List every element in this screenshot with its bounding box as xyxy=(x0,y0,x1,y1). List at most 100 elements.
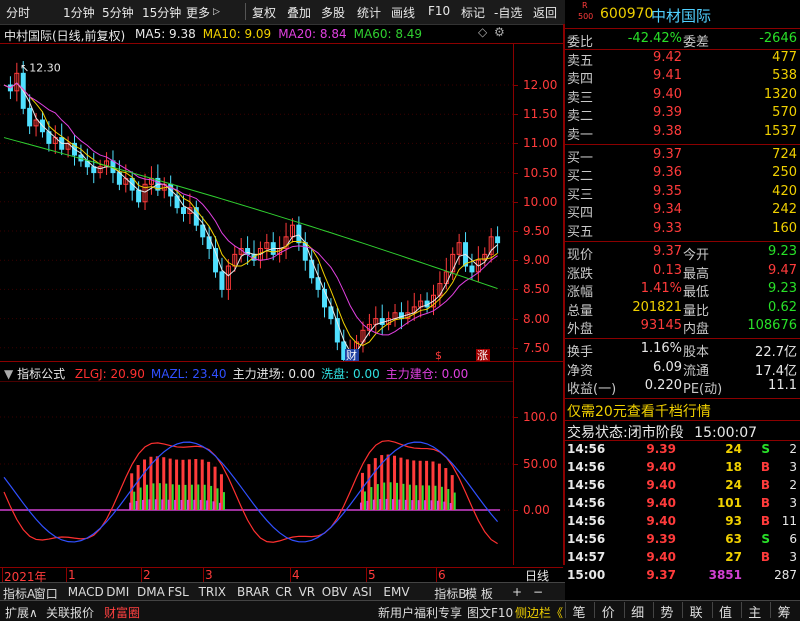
fundamental-label: 净资 xyxy=(567,363,594,379)
stat-label: 涨跌 xyxy=(567,266,594,282)
time-tick-mark xyxy=(436,568,437,582)
tick-volume: 101 xyxy=(716,496,742,510)
limit-up-event-marker[interactable]: 涨 xyxy=(477,349,488,361)
diamond-icon[interactable]: ◇ xyxy=(478,25,487,39)
tick-volume: 63 xyxy=(725,532,742,546)
indicator-tab[interactable]: DMI xyxy=(106,585,129,599)
indicator-tab[interactable]: − xyxy=(533,585,543,599)
bid-row[interactable]: 买三 9.35 420 xyxy=(565,184,800,203)
accumulate-bar xyxy=(398,499,401,510)
ask-row[interactable]: 卖五 9.42 477 xyxy=(565,50,800,69)
overlay-button[interactable]: 叠加 xyxy=(287,4,311,21)
quote-view-button[interactable]: 联 xyxy=(682,602,709,621)
period-tab-fenshi[interactable]: 分时 xyxy=(6,4,30,21)
f10-button[interactable]: F10 xyxy=(428,4,450,18)
indicator-tab[interactable]: OBV xyxy=(322,585,348,599)
new-user-promo-link[interactable]: 新用户福利专享 xyxy=(378,604,462,621)
fundamental-row: 收益(一) 0.220 PE(动) 11.1 xyxy=(565,378,800,397)
quote-view-button[interactable]: 势 xyxy=(652,602,680,621)
wash-bar xyxy=(210,485,213,510)
accumulate-bar xyxy=(436,500,439,510)
ask-row[interactable]: 卖四 9.41 538 xyxy=(565,68,800,87)
candle-body xyxy=(219,271,225,290)
indicator-tab[interactable]: CR xyxy=(275,585,292,599)
quote-view-button[interactable]: 筹 xyxy=(770,602,797,621)
f10-graphic-link[interactable]: 图文F10 xyxy=(467,604,513,621)
tick-time: 15:00 xyxy=(567,568,606,582)
time-tick-mark xyxy=(141,568,142,582)
period-tab-1min[interactable]: 1分钟 xyxy=(63,4,95,21)
ask-label: 卖一 xyxy=(567,127,594,143)
indicator-tab[interactable]: VR xyxy=(299,585,316,599)
indicator-tab[interactable]: FSL xyxy=(168,585,189,599)
dividend-event-marker[interactable]: $ xyxy=(435,349,442,361)
stat-label: 外盘 xyxy=(567,322,594,338)
price-axis: 12.00 11.50 11.00 10.50 10.00 9.50 9.00 8.50 8.0… xyxy=(514,44,563,361)
bid-row[interactable]: 买一 9.37 724 xyxy=(565,147,800,166)
tick-count: 3 xyxy=(789,460,797,474)
ma60-line xyxy=(3,137,498,290)
bid-row[interactable]: 买五 9.33 160 xyxy=(565,220,800,240)
related-quotes-tab[interactable]: 关联报价 xyxy=(46,604,94,621)
fundamental-value: 0.220 xyxy=(644,378,682,394)
fuquan-button[interactable]: 复权 xyxy=(252,4,276,21)
bid-volume: 160 xyxy=(772,220,797,236)
indicator-tabs: 指标A 窗口 MACD DMI DMA FSL TRIX BRAR CR VR OBV ASI EMV 指… xyxy=(0,582,565,601)
sidebar-toggle[interactable]: 侧边栏《 xyxy=(515,604,563,621)
tick-list[interactable]: 14:56 9.39 24 S 2 14:56 9.40 18 B 3 14:56 9.40 24 B 2 1… xyxy=(565,442,800,582)
tick-price: 9.39 xyxy=(646,442,676,456)
indicator-tab[interactable]: BRAR xyxy=(237,585,270,599)
quote-view-button[interactable]: 值 xyxy=(711,602,739,621)
candlestick-plot[interactable]: ↖12.30↙7.15财$涨 xyxy=(0,44,513,361)
bid-row[interactable]: 买二 9.36 250 xyxy=(565,165,800,184)
ask-volume: 1537 xyxy=(763,123,797,139)
finance-event-marker[interactable]: 财 xyxy=(346,348,357,361)
stat-row: 涨跌 0.13 最高 9.47 xyxy=(565,263,800,282)
indicator-tab[interactable]: MACD xyxy=(68,585,104,599)
remove-watchlist-button[interactable]: -自选 xyxy=(494,4,522,21)
statistics-button[interactable]: 统计 xyxy=(357,4,381,21)
quote-view-button[interactable]: 笔 xyxy=(565,602,592,621)
accumulate-bar xyxy=(218,502,221,510)
ask-row[interactable]: 卖一 9.38 1537 xyxy=(565,123,800,143)
multi-stock-button[interactable]: 多股 xyxy=(321,4,345,21)
bid-price: 9.34 xyxy=(653,202,682,218)
settings-gear-icon[interactable]: ⚙ xyxy=(494,25,505,39)
back-button[interactable]: 返回 xyxy=(533,4,557,21)
kline-chart-panel[interactable]: 中村国际(日线,前复权) MA5: 9.38 MA10: 9.09 MA20: 8.… xyxy=(0,24,565,584)
indicator-tick-mark xyxy=(514,464,518,465)
wealth-circle-tab[interactable]: 财富圈 xyxy=(104,604,140,621)
quote-view-button[interactable]: 细 xyxy=(623,602,651,621)
indicator-tab[interactable]: EMV xyxy=(383,585,409,599)
quote-view-button[interactable]: 主 xyxy=(740,602,768,621)
mark-button[interactable]: 标记 xyxy=(461,4,485,21)
trade-status: 交易状态:闭市阶段 15:00:07 xyxy=(567,422,757,442)
indicator-tab[interactable]: TRIX xyxy=(199,585,226,599)
period-tab-more[interactable]: 更多 xyxy=(186,4,210,21)
indicator-tab[interactable]: ASI xyxy=(353,585,372,599)
ask-row[interactable]: 卖三 9.40 1320 xyxy=(565,87,800,106)
wash-bar xyxy=(434,485,437,510)
period-tab-5min[interactable]: 5分钟 xyxy=(102,4,134,21)
expand-tab[interactable]: 扩展∧ xyxy=(5,604,38,621)
indicator-title[interactable]: 指标公式 xyxy=(17,367,65,381)
accumulate-bar xyxy=(142,499,145,510)
indicator-tab[interactable]: + xyxy=(512,585,522,599)
wash-bar xyxy=(383,482,386,510)
collapse-triangle-icon[interactable]: ▼ xyxy=(4,367,13,381)
wash-bar xyxy=(133,491,136,510)
bid-row[interactable]: 买四 9.34 242 xyxy=(565,202,800,221)
r-badge: R xyxy=(582,1,588,10)
indicator-plot[interactable] xyxy=(0,382,513,567)
ask-row[interactable]: 卖二 9.39 570 xyxy=(565,105,800,124)
draw-line-button[interactable]: 画线 xyxy=(391,4,415,21)
level2-promo-link[interactable]: 仅需20元查看千档行情 xyxy=(567,401,711,421)
price-tick-mark xyxy=(514,114,518,116)
tick-price: 9.40 xyxy=(646,514,676,528)
stock-name[interactable]: 中材国际 xyxy=(651,5,711,26)
quote-view-button[interactable]: 价 xyxy=(594,602,621,621)
indicator-tab[interactable]: DMA xyxy=(137,585,165,599)
stat-row: 总量 201821 量比 0.62 xyxy=(565,300,800,319)
more-arrow-icon[interactable]: ▷ xyxy=(213,7,220,17)
period-tab-15min[interactable]: 15分钟 xyxy=(142,4,181,21)
